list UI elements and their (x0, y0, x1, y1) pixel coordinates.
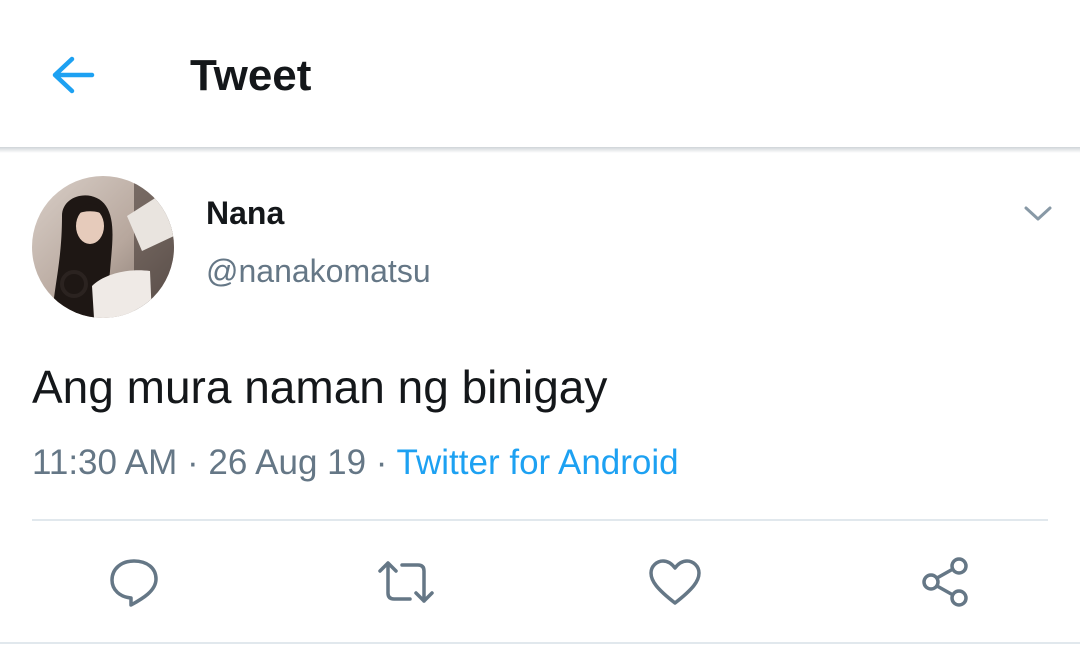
bottom-divider (0, 642, 1080, 644)
app-header: Tweet (0, 0, 1080, 147)
author-name[interactable]: Nana (206, 193, 284, 233)
tweet-source-link[interactable]: Twitter for Android (397, 443, 679, 482)
arrow-left-icon (52, 56, 95, 94)
reply-button[interactable] (102, 550, 166, 614)
meta-separator: · (375, 443, 388, 482)
avatar[interactable] (32, 176, 174, 318)
header-divider (0, 147, 1080, 153)
page-title: Tweet (190, 51, 312, 100)
retweet-button[interactable] (374, 550, 438, 614)
tweet-menu-button[interactable] (1018, 198, 1058, 230)
heart-icon (649, 559, 701, 605)
share-button[interactable] (913, 550, 977, 614)
retweet-icon (378, 561, 434, 603)
tweet-meta: 11:30 AM · 26 Aug 19 · Twitter for Andro… (32, 440, 679, 486)
tweet-time: 11:30 AM (32, 443, 178, 482)
profile-photo (32, 176, 174, 318)
chevron-down-icon (1024, 206, 1052, 221)
tweet-detail-screen: Tweet Nana @nanakomatsu Ang mura naman n… (0, 0, 1080, 648)
meta-separator: · (187, 443, 199, 482)
tweet-text: Ang mura naman ng binigay (32, 361, 608, 413)
share-icon (922, 557, 968, 607)
back-button[interactable] (40, 46, 106, 104)
reply-icon (110, 559, 158, 607)
like-button[interactable] (643, 550, 707, 614)
actions-divider (32, 519, 1048, 521)
tweet-date: 26 Aug 19 (208, 443, 367, 482)
author-handle[interactable]: @nanakomatsu (206, 251, 431, 291)
